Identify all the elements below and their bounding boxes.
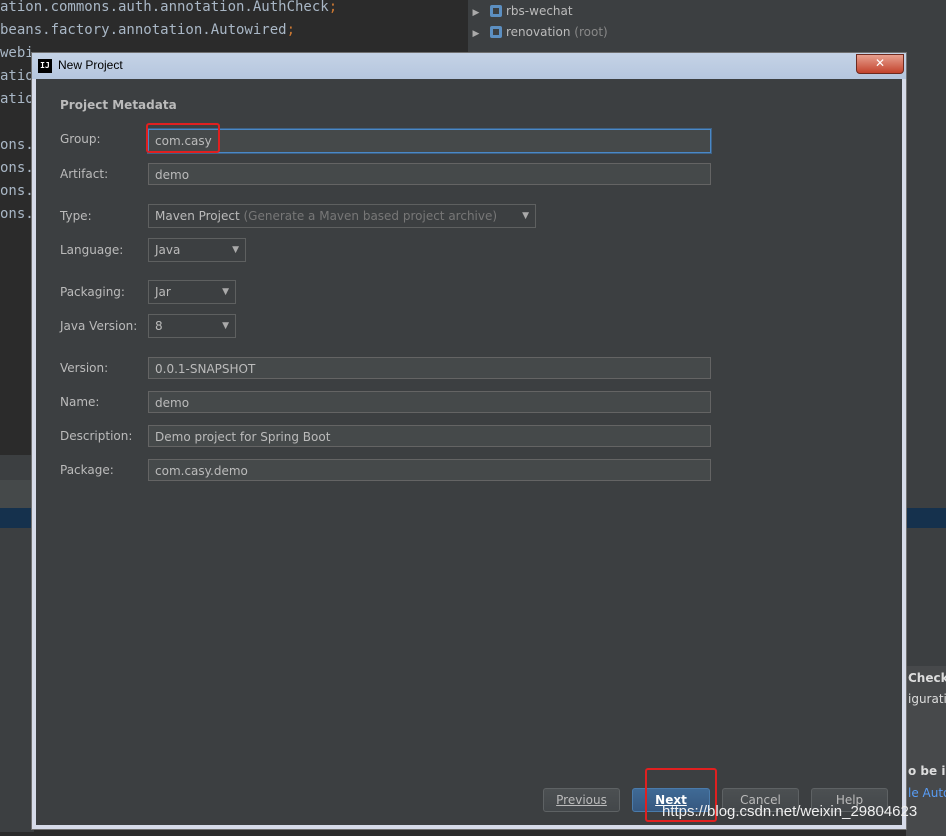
expand-arrow-icon[interactable]: ▶ bbox=[470, 24, 482, 44]
module-icon bbox=[490, 26, 502, 38]
packaging-select[interactable]: Jar ▼ bbox=[148, 280, 236, 304]
tree-item-rbs-wechat[interactable]: ▶ rbs-wechat bbox=[468, 1, 573, 21]
chevron-down-icon: ▼ bbox=[222, 321, 229, 331]
notification-text: igurati bbox=[908, 692, 946, 706]
code-line: beans.factory.annotation.Autowired; bbox=[0, 22, 296, 38]
artifact-field[interactable]: demo bbox=[148, 163, 711, 185]
tree-item-suffix: (root) bbox=[574, 25, 608, 39]
ide-selection-stripe bbox=[0, 508, 34, 528]
code-line: ons. bbox=[0, 206, 34, 222]
code-line: ons. bbox=[0, 183, 34, 199]
chevron-down-icon: ▼ bbox=[522, 211, 529, 221]
ide-tool-band bbox=[0, 480, 34, 508]
description-label: Description: bbox=[60, 429, 133, 443]
tree-item-label: renovation bbox=[506, 25, 571, 39]
tree-item-label: rbs-wechat bbox=[506, 4, 573, 18]
notification-link[interactable]: le Auto bbox=[908, 786, 946, 800]
close-button[interactable]: ✕ bbox=[856, 54, 904, 74]
ide-selection-stripe bbox=[906, 508, 946, 528]
type-select-value: Maven Project bbox=[155, 209, 240, 223]
expand-arrow-icon[interactable]: ▶ bbox=[470, 3, 482, 23]
name-label: Name: bbox=[60, 395, 100, 409]
type-label: Type: bbox=[60, 209, 92, 223]
code-line: ons. bbox=[0, 160, 34, 176]
previous-button-label: Previous bbox=[556, 793, 607, 807]
java-version-select-value: 8 bbox=[155, 319, 163, 333]
highlight-box bbox=[146, 123, 220, 153]
notification-title: Check bbox=[908, 671, 946, 685]
type-select-hint: (Generate a Maven based project archive) bbox=[243, 209, 498, 223]
new-project-dialog: IJ New Project ✕ Project Metadata Group:… bbox=[31, 52, 907, 830]
java-version-select[interactable]: 8 ▼ bbox=[148, 314, 236, 338]
dialog-content: Project Metadata Group: com.casy Artifac… bbox=[36, 79, 902, 825]
section-title: Project Metadata bbox=[60, 98, 177, 112]
language-select[interactable]: Java ▼ bbox=[148, 238, 246, 262]
code-line: atio bbox=[0, 91, 34, 107]
watermark: https://blog.csdn.net/weixin_29804623 bbox=[662, 803, 918, 820]
packaging-select-value: Jar bbox=[155, 285, 171, 299]
version-label: Version: bbox=[60, 361, 109, 375]
dialog-title: New Project bbox=[58, 58, 123, 72]
artifact-label: Artifact: bbox=[60, 167, 109, 181]
dialog-titlebar[interactable]: IJ New Project ✕ bbox=[32, 53, 906, 79]
chevron-down-icon: ▼ bbox=[232, 245, 239, 255]
type-select[interactable]: Maven Project (Generate a Maven based pr… bbox=[148, 204, 536, 228]
package-field[interactable]: com.casy.demo bbox=[148, 459, 711, 481]
intellij-icon: IJ bbox=[38, 59, 52, 73]
name-field[interactable]: demo bbox=[148, 391, 711, 413]
code-line: webi bbox=[0, 45, 34, 61]
description-field[interactable]: Demo project for Spring Boot bbox=[148, 425, 711, 447]
package-label: Package: bbox=[60, 463, 114, 477]
previous-button[interactable]: Previous bbox=[543, 788, 620, 812]
java-version-label: Java Version: bbox=[60, 319, 138, 333]
project-tree-panel: ▶ rbs-wechat ▶ renovation (root) bbox=[468, 0, 946, 52]
language-label: Language: bbox=[60, 243, 124, 257]
language-select-value: Java bbox=[155, 243, 181, 257]
module-icon bbox=[490, 5, 502, 17]
packaging-label: Packaging: bbox=[60, 285, 125, 299]
group-label: Group: bbox=[60, 132, 101, 146]
code-line: ons. bbox=[0, 137, 34, 153]
group-field[interactable]: com.casy bbox=[148, 129, 711, 153]
code-line: atio bbox=[0, 68, 34, 84]
chevron-down-icon: ▼ bbox=[222, 287, 229, 297]
tree-item-renovation[interactable]: ▶ renovation (root) bbox=[468, 22, 608, 42]
notification-text: o be i bbox=[908, 764, 946, 778]
code-line: ation.commons.auth.annotation.AuthCheck; bbox=[0, 0, 338, 15]
version-field[interactable]: 0.0.1-SNAPSHOT bbox=[148, 357, 711, 379]
